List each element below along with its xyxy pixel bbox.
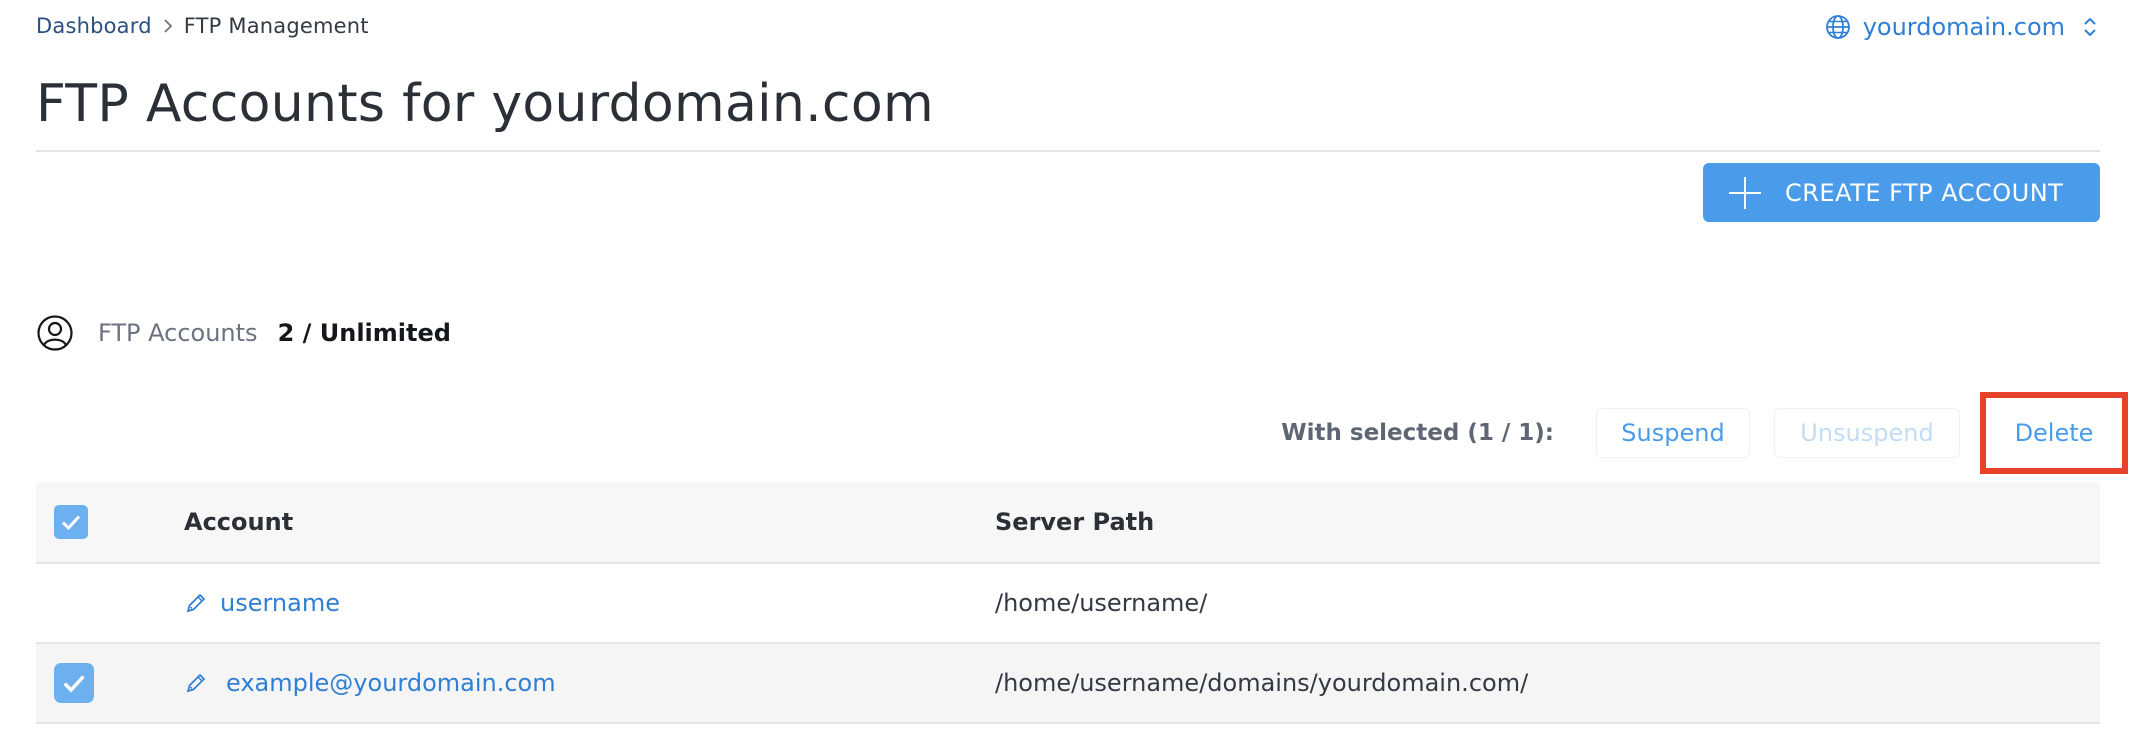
domain-selector-value: yourdomain.com [1862,13,2065,41]
account-link[interactable]: example@yourdomain.com [226,669,556,697]
pencil-icon[interactable] [184,591,208,615]
table-row: username /home/username/ [36,564,2100,644]
breadcrumb: Dashboard FTP Management [36,14,369,38]
delete-button[interactable]: Delete [1980,392,2128,474]
suspend-button[interactable]: Suspend [1596,408,1750,458]
ftp-accounts-usage: FTP Accounts 2 / Unlimited [36,314,451,352]
ftp-accounts-label: FTP Accounts [98,319,258,347]
page-title: FTP Accounts for yourdomain.com [36,74,934,134]
chevron-right-icon [163,19,173,33]
account-link[interactable]: username [220,589,340,617]
row-checkbox[interactable] [54,586,88,620]
domain-selector[interactable]: yourdomain.com [1825,13,2097,41]
globe-icon [1825,14,1851,40]
ftp-management-page: Dashboard FTP Management yourdomain.com … [0,0,2130,742]
table-row: example@yourdomain.com /home/username/do… [36,644,2100,724]
plus-icon [1727,175,1763,211]
create-ftp-account-label: CREATE FTP ACCOUNT [1785,178,2064,207]
create-ftp-account-button[interactable]: CREATE FTP ACCOUNT [1703,163,2100,222]
select-all-checkbox[interactable] [54,505,88,539]
ftp-accounts-count: 2 / Unlimited [277,319,451,347]
pencil-icon[interactable] [184,671,208,695]
unsuspend-button[interactable]: Unsuspend [1774,408,1960,458]
row-checkbox[interactable] [54,663,94,703]
bulk-actions-bar: With selected (1 / 1): Suspend Unsuspend… [1281,392,2130,474]
with-selected-label: With selected (1 / 1): [1281,420,1554,446]
breadcrumb-dashboard-link[interactable]: Dashboard [36,14,152,38]
chevron-up-down-icon [2083,15,2097,39]
server-path: /home/username/ [995,589,1208,617]
title-divider [36,150,2100,152]
column-header-account: Account [184,508,294,536]
server-path: /home/username/domains/yourdomain.com/ [995,669,1529,697]
breadcrumb-current: FTP Management [183,14,369,38]
user-circle-icon [36,314,74,352]
column-header-server-path: Server Path [995,508,1155,536]
ftp-accounts-table: Account Server Path username /home/usern… [36,482,2100,724]
table-header-row: Account Server Path [36,482,2100,564]
